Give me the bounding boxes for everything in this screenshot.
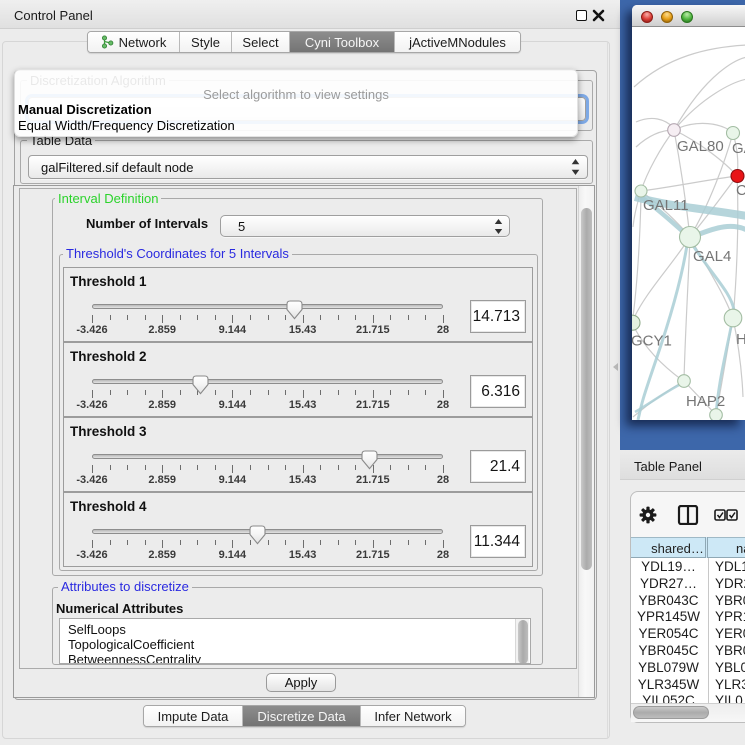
svg-text:GAL80: GAL80	[677, 138, 724, 155]
svg-text:GAL11: GAL11	[643, 197, 689, 214]
svg-text:C: C	[736, 182, 745, 199]
svg-text:H: H	[736, 331, 745, 348]
svg-text:HAP2: HAP2	[686, 393, 725, 410]
svg-text:GCY1: GCY1	[632, 333, 672, 350]
svg-text:GAL4: GAL4	[693, 248, 731, 265]
svg-text:GA: GA	[732, 140, 745, 157]
